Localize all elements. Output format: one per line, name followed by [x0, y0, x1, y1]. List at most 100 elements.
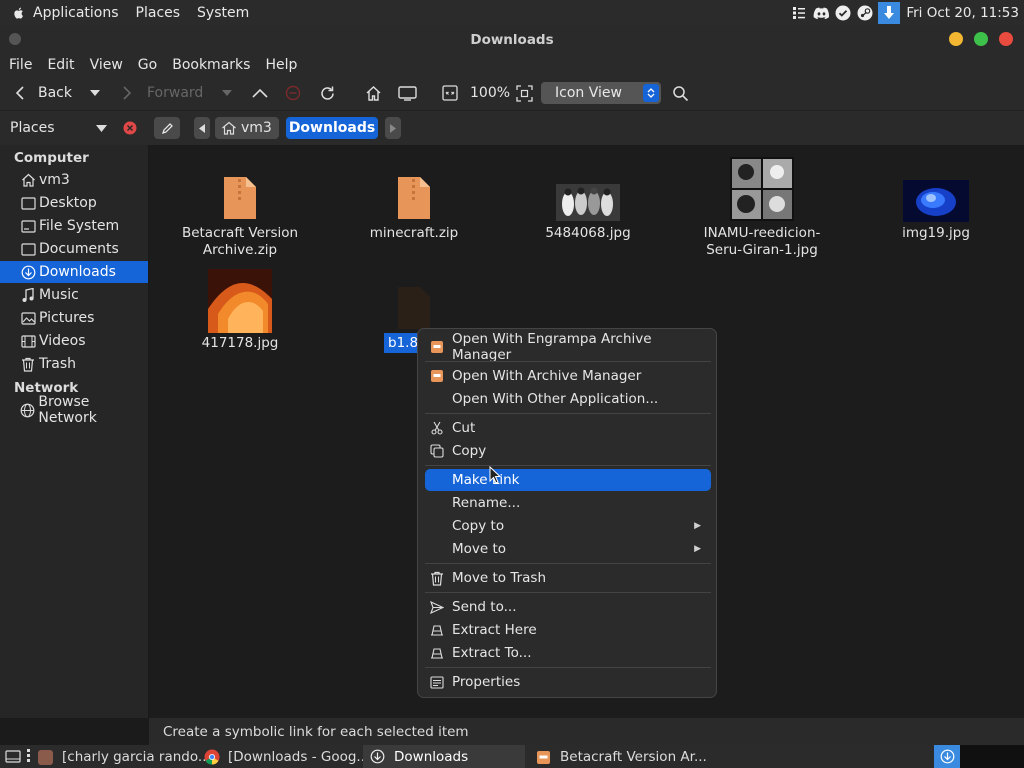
photo-thumbnail[interactable]: [903, 180, 969, 222]
computer-button[interactable]: [398, 84, 417, 102]
film-icon: [20, 333, 36, 349]
zoom-level[interactable]: 100%: [470, 84, 510, 102]
file-img19-jpg[interactable]: img19.jpg: [871, 225, 1001, 242]
task-downloads-filemanager[interactable]: Downloads: [363, 745, 525, 768]
menu-view[interactable]: View: [90, 57, 123, 73]
menu-copy-to[interactable]: Copy to ▶: [425, 515, 711, 537]
caret-down-icon: [222, 90, 232, 96]
caret-down-icon[interactable]: [96, 125, 107, 132]
check-icon[interactable]: [834, 4, 852, 22]
menu-file[interactable]: File: [9, 57, 32, 73]
menu-copy[interactable]: Copy: [425, 440, 711, 462]
menu-extract-here[interactable]: Extract Here: [425, 619, 711, 641]
crumb-scroll-right[interactable]: [385, 117, 401, 139]
sidebar-item-music[interactable]: Music: [0, 284, 148, 306]
file-inamu-jpg[interactable]: INAMU-reedicion- Seru-Giran-1.jpg: [697, 225, 827, 259]
extract-icon: [429, 622, 445, 638]
search-button[interactable]: [672, 84, 689, 102]
home-button[interactable]: [365, 84, 382, 102]
file-417178-jpg[interactable]: 417178.jpg: [175, 335, 305, 352]
sidebar-item-vm3[interactable]: vm3: [0, 169, 148, 191]
maximize-button[interactable]: [974, 32, 988, 46]
zip-archive-icon[interactable]: [222, 175, 258, 221]
menu-cut[interactable]: Cut: [425, 417, 711, 439]
task-downloads-chrome[interactable]: [Downloads - Goog...: [204, 748, 369, 766]
reload-button[interactable]: [319, 84, 336, 102]
edit-location-button[interactable]: [154, 117, 180, 139]
photo-thumbnail[interactable]: [556, 184, 620, 221]
menu-properties[interactable]: Properties: [425, 671, 711, 693]
menu-system[interactable]: System: [197, 5, 249, 21]
menu-places[interactable]: Places: [136, 5, 181, 21]
menu-open-with-archive-manager[interactable]: Open With Archive Manager: [425, 365, 711, 387]
mouse-cursor-icon: [489, 466, 501, 484]
menu-move-to[interactable]: Move to ▶: [425, 538, 711, 560]
pencil-icon: [161, 122, 173, 134]
crumb-vm3[interactable]: vm3: [215, 117, 279, 139]
file-minecraft-zip[interactable]: minecraft.zip: [349, 225, 479, 242]
menu-open-with-engrampa[interactable]: Open With Engrampa Archive Manager: [425, 331, 711, 363]
menu-send-to[interactable]: Send to...: [425, 596, 711, 618]
forward-button[interactable]: Forward: [121, 84, 203, 102]
forward-history-dropdown[interactable]: [222, 84, 232, 102]
sidebar-item-browse-network[interactable]: Browse Network: [0, 394, 148, 426]
menu-move-to-trash[interactable]: Move to Trash: [425, 567, 711, 589]
zip-archive-icon[interactable]: [396, 285, 432, 331]
globe-icon: [20, 402, 35, 418]
photo-thumbnail[interactable]: [208, 269, 272, 333]
sidebar-item-desktop[interactable]: Desktop: [0, 192, 148, 214]
minimize-button[interactable]: [949, 32, 963, 46]
sidebar-item-videos[interactable]: Videos: [0, 330, 148, 352]
list-icon[interactable]: [790, 4, 808, 22]
select-stepper-icon: [643, 84, 659, 102]
file-b1-8-selected[interactable]: b1.8.: [384, 333, 422, 353]
apple-icon[interactable]: [12, 6, 26, 20]
zoom-expand-icon: [516, 84, 533, 102]
sidebar-item-file-system[interactable]: File System: [0, 215, 148, 237]
menu-extract-to[interactable]: Extract To...: [425, 642, 711, 664]
back-button[interactable]: Back: [14, 84, 72, 102]
back-history-dropdown[interactable]: [90, 84, 100, 102]
crumb-downloads[interactable]: Downloads: [286, 117, 378, 139]
sidebar-item-pictures[interactable]: Pictures: [0, 307, 148, 329]
photo-thumbnail[interactable]: [730, 157, 794, 221]
window-titlebar[interactable]: Downloads: [0, 26, 1024, 54]
file-betacraft-archive[interactable]: Betacraft Version Archive.zip: [175, 225, 305, 259]
task-charly-garcia[interactable]: [charly garcia rando...: [38, 748, 211, 766]
menu-bookmarks[interactable]: Bookmarks: [172, 57, 250, 73]
show-desktop-icon[interactable]: [5, 750, 21, 763]
menu-separator: [425, 361, 711, 362]
taskbar-download-indicator[interactable]: [934, 745, 960, 768]
zoom-in-button[interactable]: [516, 84, 533, 102]
status-bar: Create a symbolic link for each selected…: [149, 718, 1024, 745]
menu-rename[interactable]: Rename...: [425, 492, 711, 514]
menu-go[interactable]: Go: [138, 57, 157, 73]
places-dropdown-label[interactable]: Places: [10, 120, 55, 136]
menu-make-link[interactable]: Make Link: [425, 469, 711, 491]
task-betacraft-archive[interactable]: Betacraft Version Ar...: [536, 748, 707, 766]
sidebar-item-downloads[interactable]: Downloads: [0, 261, 148, 283]
pictures-icon: [20, 310, 36, 326]
zip-archive-icon[interactable]: [396, 175, 432, 221]
menu-open-with-other[interactable]: Open With Other Application...: [425, 388, 711, 410]
zoom-out-button[interactable]: [442, 84, 458, 102]
view-mode-select[interactable]: Icon View: [541, 82, 661, 104]
download-tray-icon[interactable]: [878, 2, 901, 24]
menu-applications[interactable]: Applications: [33, 5, 119, 21]
steam-icon[interactable]: [856, 4, 874, 22]
menu-edit[interactable]: Edit: [47, 57, 74, 73]
stop-button[interactable]: [285, 84, 301, 102]
crumb-scroll-left[interactable]: [194, 117, 210, 139]
search-icon: [673, 85, 689, 101]
sidebar-item-trash[interactable]: Trash: [0, 353, 148, 375]
discord-icon[interactable]: [812, 4, 830, 22]
close-sidebar-icon[interactable]: [123, 121, 137, 135]
up-button[interactable]: [251, 84, 269, 102]
workspace-switcher[interactable]: [960, 745, 1024, 768]
taskbar-handle[interactable]: [27, 749, 31, 764]
sidebar-item-documents[interactable]: Documents: [0, 238, 148, 260]
close-button[interactable]: [999, 32, 1013, 46]
file-5484068-jpg[interactable]: 5484068.jpg: [523, 225, 653, 242]
menu-help[interactable]: Help: [265, 57, 297, 73]
clock[interactable]: Fri Oct 20, 11:53: [906, 5, 1019, 21]
